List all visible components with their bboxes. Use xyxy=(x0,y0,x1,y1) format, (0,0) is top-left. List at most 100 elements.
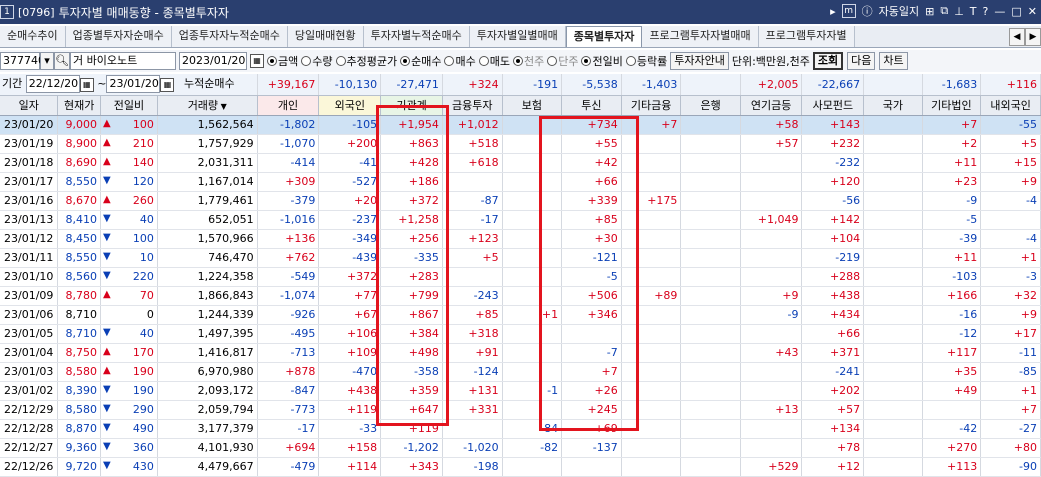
link-icon[interactable]: ⊞ xyxy=(925,5,934,18)
tab-daily-trading[interactable]: 당일매매현황 xyxy=(287,26,364,47)
tab-investor-daily[interactable]: 투자자별일별매매 xyxy=(469,26,566,47)
help-icon[interactable]: ? xyxy=(983,5,989,18)
radio-netbuy[interactable]: 순매수 xyxy=(400,53,441,69)
investor-cell xyxy=(680,419,741,439)
radio-buy[interactable]: 매수 xyxy=(444,53,476,69)
volume-cell: 1,416,817 xyxy=(157,343,258,363)
table-row[interactable]: 23/01/16 8,670 ▲ 260 1,779,461 -379 +20 +372 -87… xyxy=(0,191,1041,211)
sort-arrow-icon[interactable]: ▼ xyxy=(218,102,227,111)
down-triangle-icon: ▼ xyxy=(102,460,111,471)
column-header[interactable]: 기타금융 xyxy=(621,95,682,116)
dropdown-arrow-icon[interactable]: ▸ xyxy=(830,5,836,18)
screen-link-icon[interactable]: ⧉ xyxy=(940,4,948,18)
maximize-icon[interactable]: □ xyxy=(1011,5,1021,18)
table-row[interactable]: 23/01/17 8,550 ▼ 120 1,167,014 +309 -527 +186 +6… xyxy=(0,172,1041,192)
table-row[interactable]: 23/01/19 8,900 ▲ 210 1,757,929 -1,070 +200 +863… xyxy=(0,134,1041,154)
calendar-icon[interactable]: ▦ xyxy=(250,54,264,68)
column-header[interactable]: 연기금등 xyxy=(740,95,803,116)
investor-cell: +142 xyxy=(801,210,865,230)
autoday-icon[interactable]: ⓘ xyxy=(862,3,873,19)
search-icon[interactable]: 🔍︎ xyxy=(54,52,70,70)
investor-cell xyxy=(502,324,563,344)
investor-cell xyxy=(621,438,682,458)
date-input[interactable]: 2023/01/20 xyxy=(179,52,247,70)
table-row[interactable]: 23/01/12 8,450 ▼ 100 1,570,966 +136 -349 +256 +1… xyxy=(0,229,1041,249)
tab-program-investor-2[interactable]: 프로그램투자자별 xyxy=(758,26,855,47)
tab-program-investor[interactable]: 프로그램투자자별매매 xyxy=(642,26,759,47)
radio-prev-day-compare[interactable]: 전일비 xyxy=(581,53,623,69)
radio-thousand-shares[interactable]: 천주 xyxy=(512,53,544,69)
calendar-to-icon[interactable]: ▦ xyxy=(160,78,175,93)
table-row[interactable]: 23/01/13 8,410 ▼ 40 652,051 -1,016 -237 +1,258-… xyxy=(0,210,1041,230)
radio-sell[interactable]: 매도 xyxy=(478,53,510,69)
investor-cell xyxy=(502,400,563,420)
table-row[interactable]: 22/12/26 9,720 ▼ 430 4,479,667 -479 +114 +343 -1… xyxy=(0,457,1041,477)
column-header[interactable]: 내외국인 xyxy=(980,95,1041,116)
tab-stock-investor[interactable]: 종목별투자자 xyxy=(565,26,643,47)
pin-icon[interactable]: ⊥ xyxy=(954,5,964,18)
investor-cell: +232 xyxy=(801,134,865,154)
investor-cell: -4 xyxy=(980,229,1041,249)
column-header[interactable]: 기타법인 xyxy=(922,95,982,116)
font-icon[interactable]: T xyxy=(970,5,977,18)
radio-avg-price[interactable]: 추정평균가 xyxy=(335,53,397,69)
table-row[interactable]: 22/12/29 8,580 ▼ 290 2,059,794 -773 +119 +647 +3… xyxy=(0,400,1041,420)
price-cell: 9,360 xyxy=(57,438,101,458)
column-header[interactable]: 전일비 xyxy=(100,95,158,116)
code-dropdown-icon[interactable]: ▾ xyxy=(40,52,54,70)
column-header[interactable]: 보험 xyxy=(502,95,563,116)
table-row[interactable]: 23/01/10 8,560 ▼ 220 1,224,358 -549 +372 +283 -5… xyxy=(0,267,1041,287)
table-row[interactable]: 23/01/02 8,390 ▼ 190 2,093,172 -847 +438 +359 +1… xyxy=(0,381,1041,401)
autoday-label[interactable]: 자동일지 xyxy=(879,3,919,19)
down-triangle-icon: ▼ xyxy=(102,251,111,262)
radio-change-rate[interactable]: 등락률 xyxy=(625,53,667,69)
column-header[interactable]: 기관계 xyxy=(380,95,443,116)
radio-quantity[interactable]: 수량 xyxy=(301,53,333,69)
period-from-input[interactable]: 22/12/20 xyxy=(25,75,80,94)
investor-cell: +17 xyxy=(980,324,1041,344)
table-row[interactable]: 23/01/04 8,750 ▲ 170 1,416,817 -713 +109 +498 +9… xyxy=(0,343,1041,363)
table-row[interactable]: 23/01/05 8,710 ▼ 40 1,497,395 -495 +106 +384 +31… xyxy=(0,324,1041,344)
table-row[interactable]: 22/12/28 8,870 ▼ 490 3,177,379 -17 -33 +119 -84 +… xyxy=(0,419,1041,439)
column-header[interactable]: 일자 xyxy=(0,95,59,116)
investor-guide-button[interactable]: 투자자안내 xyxy=(670,52,729,70)
table-row[interactable]: 23/01/20 9,000 ▲ 100 1,562,564 -1,802 -105 +1,9… xyxy=(0,115,1041,135)
tab-sector-investor-netbuy[interactable]: 업종별투자자순매수 xyxy=(65,26,172,47)
table-row[interactable]: 23/01/18 8,690 ▲ 140 2,031,311 -414 -41 +428 +61… xyxy=(0,153,1041,173)
calendar-from-icon[interactable]: ▦ xyxy=(79,78,94,93)
minimize-icon[interactable]: — xyxy=(994,5,1005,18)
column-header[interactable]: 투신 xyxy=(561,95,622,116)
investor-cell: +55 xyxy=(561,134,622,154)
column-header[interactable]: 금융투자 xyxy=(442,95,503,116)
table-row[interactable]: 23/01/06 8,710 0 1,244,339 -926 +67 +867 +85 +1 +… xyxy=(0,305,1041,325)
column-header[interactable]: 현재가 xyxy=(57,95,101,116)
radio-single-shares[interactable]: 단주 xyxy=(547,53,578,69)
table-row[interactable]: 23/01/11 8,550 ▼ 10 746,470 +762 -439 -335 +5 -12… xyxy=(0,248,1041,268)
price-cell: 8,450 xyxy=(57,229,101,249)
chart-button[interactable]: 차트 xyxy=(879,52,908,70)
next-button[interactable]: 다음 xyxy=(847,52,876,70)
column-header[interactable]: 사모펀드 xyxy=(801,95,865,116)
column-header[interactable]: 외국인 xyxy=(318,95,382,116)
table-row[interactable]: 22/12/27 9,360 ▼ 360 4,101,930 +694 +158 -1,202… xyxy=(0,438,1041,458)
query-button[interactable]: 조회 xyxy=(812,52,844,70)
tab-sector-investor-cum[interactable]: 업종투자자누적순매수 xyxy=(171,26,288,47)
table-row[interactable]: 23/01/03 8,580 ▲ 190 6,970,980 +878 -470 -358 -1… xyxy=(0,362,1041,382)
period-to-input[interactable]: 23/01/20 xyxy=(106,75,161,94)
tab-prev-icon[interactable]: ◀ xyxy=(1009,28,1025,46)
tab-next-icon[interactable]: ▶ xyxy=(1025,28,1041,46)
tab-investor-cum[interactable]: 투자자별누적순매수 xyxy=(363,26,470,47)
column-header-label: 투신 xyxy=(581,99,602,112)
memo-icon[interactable]: m xyxy=(841,4,856,18)
column-header[interactable]: 거래량 ▼ xyxy=(157,95,258,116)
stock-code-input[interactable]: 377740 xyxy=(0,52,45,70)
tab-netbuy-trend[interactable]: 순매수추이 xyxy=(0,26,66,47)
radio-amount[interactable]: 금액 xyxy=(267,53,298,69)
table-row[interactable]: 23/01/09 8,780 ▲ 70 1,866,843 -1,074 +77 +799 -2… xyxy=(0,286,1041,306)
investor-cell xyxy=(680,438,741,458)
column-header[interactable]: 은행 xyxy=(680,95,741,116)
column-header[interactable]: 개인 xyxy=(257,95,320,116)
date-cell: 23/01/05 xyxy=(0,324,59,344)
close-icon[interactable]: ✕ xyxy=(1028,5,1037,18)
column-header[interactable]: 국가 xyxy=(863,95,923,116)
